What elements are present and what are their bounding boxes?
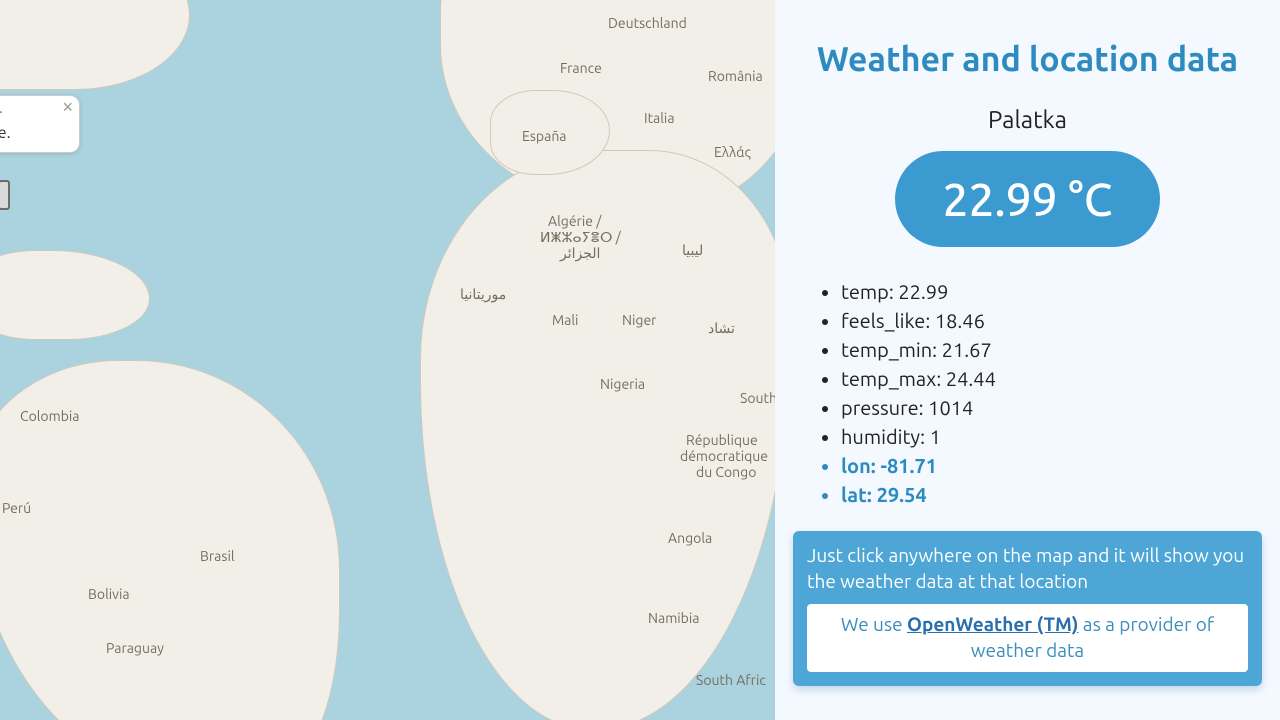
landmass-southamerica (0, 360, 340, 720)
temperature-badge: 22.99 °C (895, 151, 1161, 247)
landmass-africa (420, 150, 775, 720)
popup-text-2: mizable. (0, 124, 65, 142)
list-item: humidity: 1 (841, 422, 1262, 451)
list-item-lon: lon: -81.71 (841, 451, 1262, 480)
landmass-caribbean (0, 250, 150, 340)
list-item: temp_max: 24.44 (841, 364, 1262, 393)
landmass-na-tip (0, 0, 190, 90)
panel-title: Weather and location data (817, 40, 1238, 78)
list-item: temp_min: 21.67 (841, 335, 1262, 364)
map-marker[interactable] (0, 180, 10, 210)
weather-panel: Weather and location data Palatka 22.99 … (775, 0, 1280, 720)
map-canvas[interactable]: Deutschland France România Italia España… (0, 0, 775, 720)
openweather-link[interactable]: OpenWeather (TM) (907, 613, 1078, 635)
map-popup: × marker mizable. (0, 95, 80, 153)
list-item: temp: 22.99 (841, 277, 1262, 306)
list-item: pressure: 1014 (841, 393, 1262, 422)
provider-box: We use OpenWeather (TM) as a provider of… (807, 604, 1248, 671)
info-box: Just click anywhere on the map and it wi… (793, 531, 1262, 686)
instruction-text: Just click anywhere on the map and it wi… (807, 543, 1248, 594)
close-icon[interactable]: × (62, 98, 73, 116)
city-name: Palatka (988, 106, 1067, 133)
list-item-lat: lat: 29.54 (841, 480, 1262, 509)
label-south-africa: South Afric (696, 672, 766, 688)
list-item: feels_like: 18.46 (841, 306, 1262, 335)
weather-list: temp: 22.99 feels_like: 18.46 temp_min: … (793, 277, 1262, 509)
popup-text-1: marker (0, 106, 65, 124)
provider-pre: We use (841, 613, 907, 635)
